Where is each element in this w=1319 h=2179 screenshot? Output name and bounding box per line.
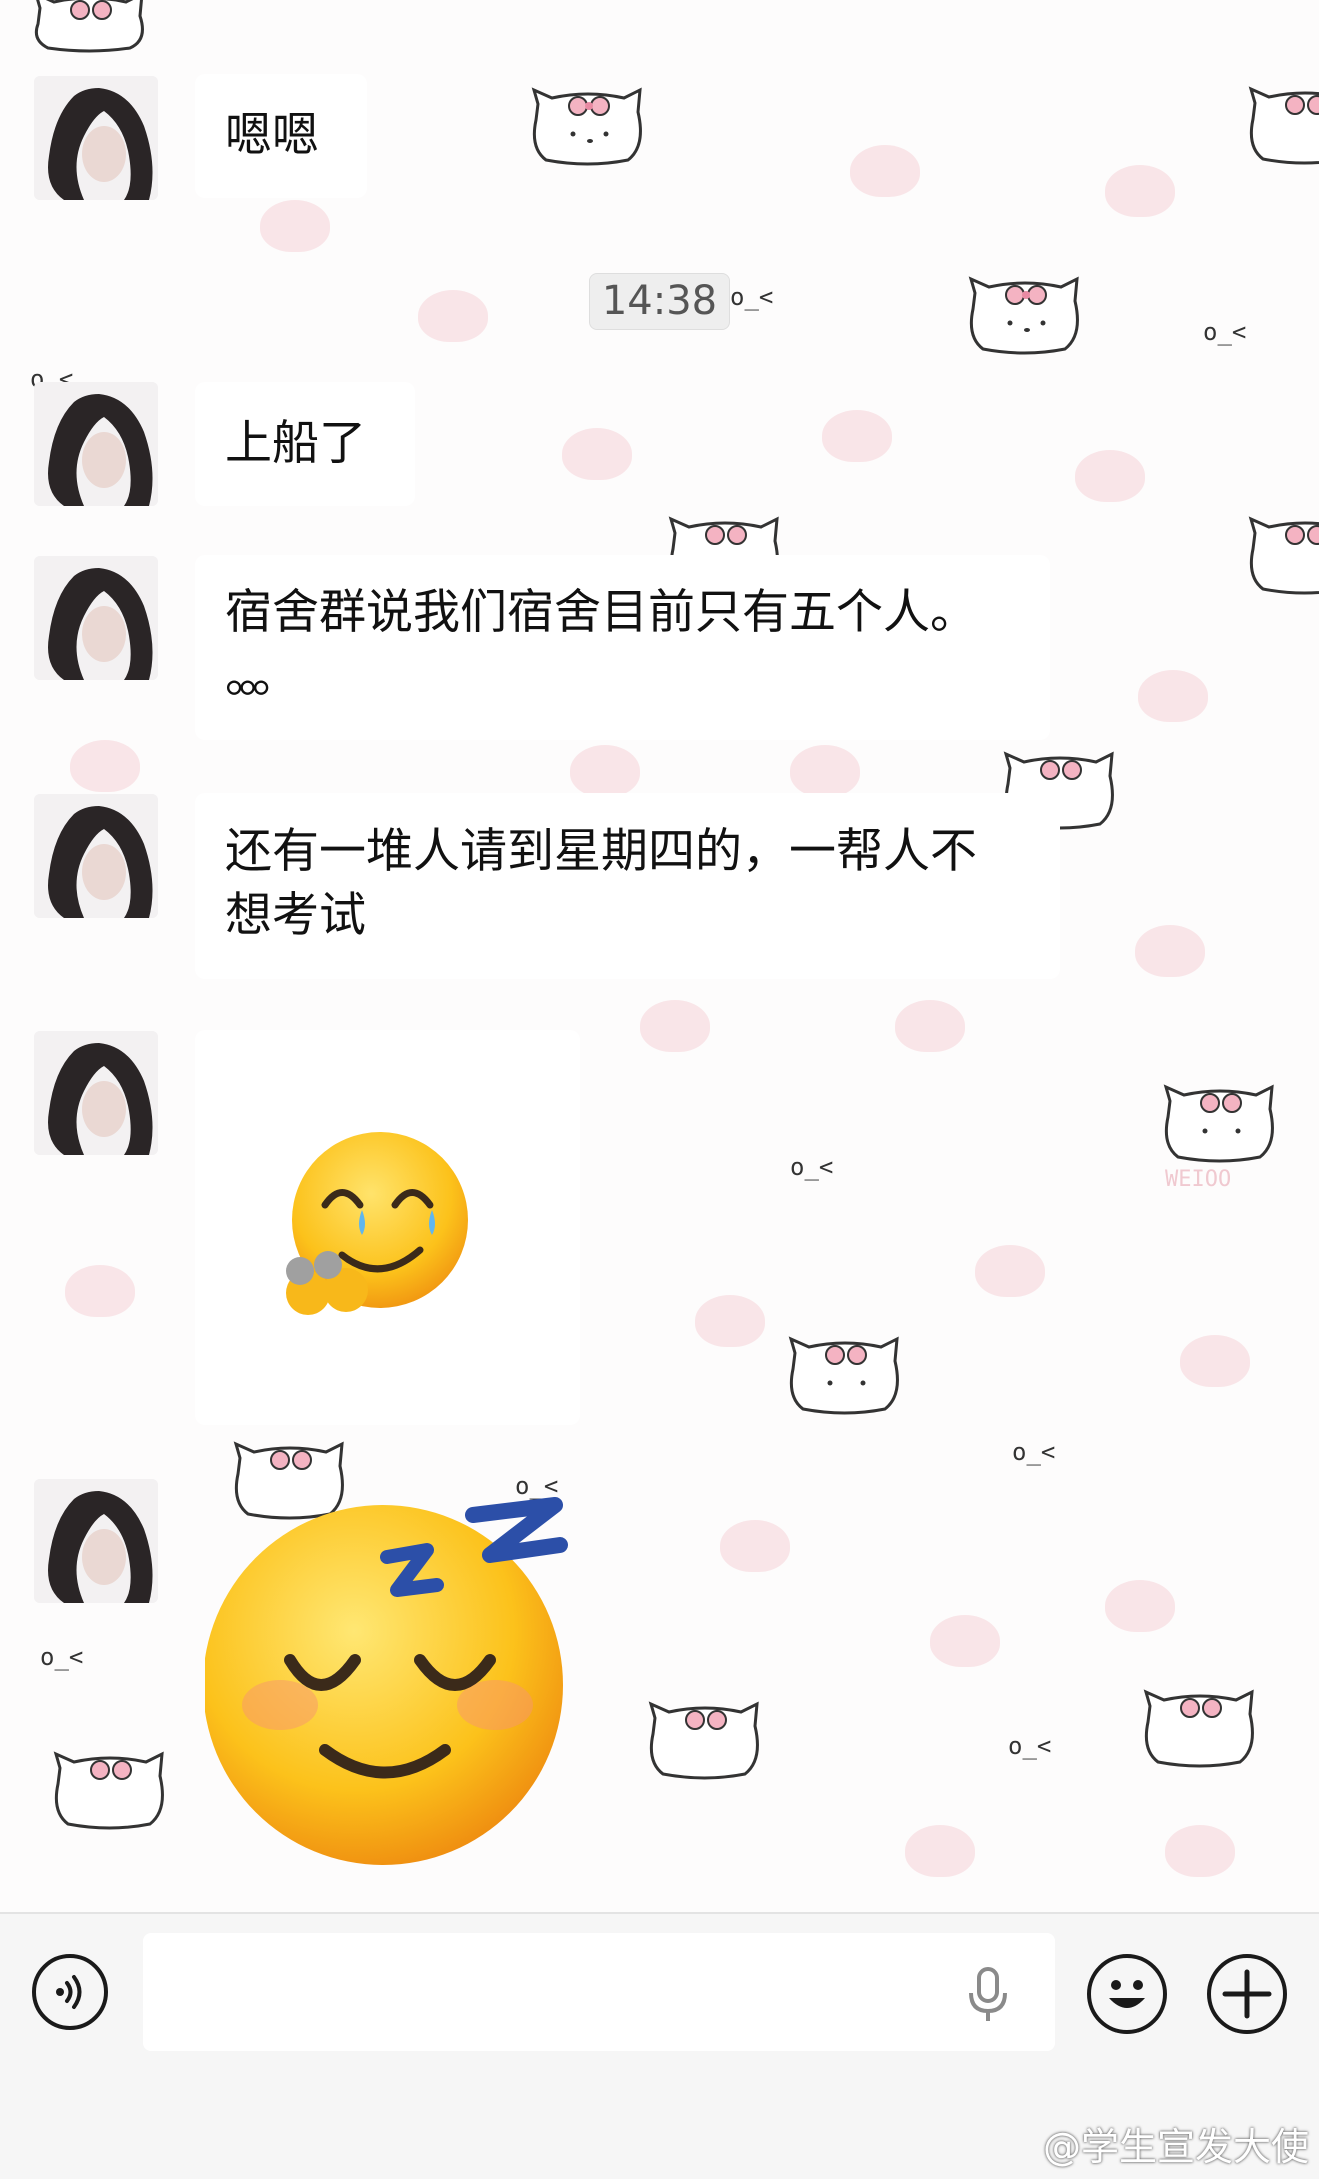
chat-area[interactable]: o_< o_< o_< o_< o_< o_< o_< o_< WEIOO 14… [0,0,1319,1912]
microphone-icon[interactable] [965,1965,1011,2025]
avatar[interactable] [34,76,158,200]
message-input[interactable] [143,1933,1055,2051]
plus-icon [1222,1969,1272,2019]
sleeping-face-zzz-emoji[interactable] [205,1495,585,1865]
kitty-doodle [531,87,642,166]
smiling-face-hugging-tears-emoji [286,1132,468,1315]
emoji-icon [1109,1980,1145,2008]
message-bubble[interactable]: 上船了 [195,382,415,506]
avatar[interactable] [34,382,158,506]
message-timestamp: 14:38 [589,273,730,330]
source-watermark: @学生宣发大使 [1042,2125,1309,2169]
voice-mode-icon [56,1975,82,2009]
emoji-button[interactable] [1087,1954,1167,2034]
avatar[interactable] [34,1031,158,1155]
sticker-bubble[interactable] [195,1030,580,1425]
message-bubble[interactable]: 还有一堆人请到星期四的，一帮人不 想考试 [195,793,1060,979]
avatar[interactable] [34,794,158,918]
plus-button[interactable] [1207,1954,1287,2034]
avatar[interactable] [34,556,158,680]
voice-mode-button[interactable] [32,1954,108,2030]
message-bubble[interactable]: 嗯嗯 [195,74,367,198]
avatar[interactable] [34,1479,158,1603]
message-bubble[interactable]: 宿舍群说我们宿舍目前只有五个人。 。。。 [195,555,1050,740]
